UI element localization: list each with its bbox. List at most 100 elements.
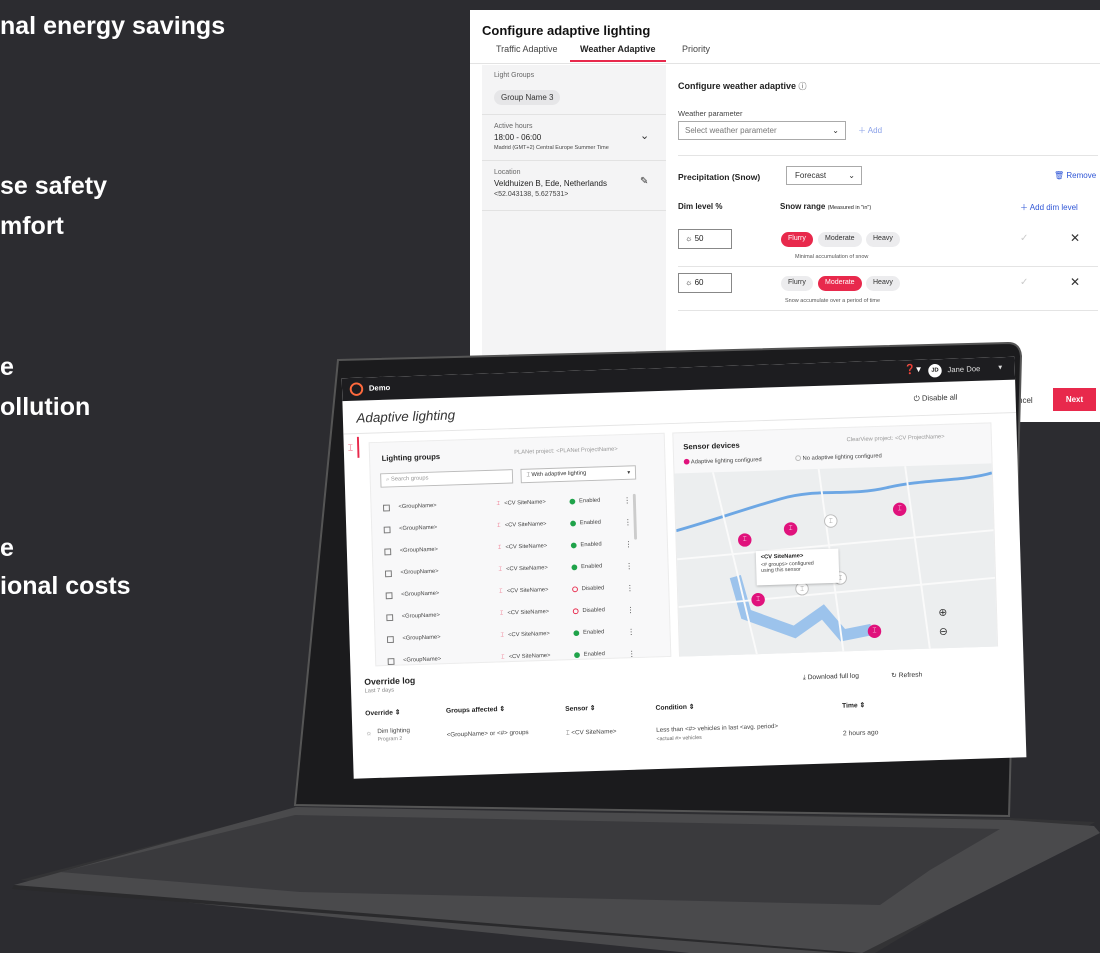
log-condition-sub: <actual #> vehicles [656,735,702,743]
status-text: Enabled [583,629,605,636]
row-checkbox[interactable] [386,614,394,622]
table-row[interactable]: <GroupName> ⌶ <CV SiteName> Enabled ⋮ [385,626,635,649]
light-groups-section: Light Groups Group Name 3 [482,65,666,115]
dim-level-input[interactable]: ☼ 50 [678,229,732,249]
chip-heavy[interactable]: Heavy [866,232,900,247]
legend-unconfigured: No adaptive lighting configured [795,452,882,462]
table-row[interactable]: <GroupName> ⌶ <CV SiteName> Disabled ⋮ [384,604,635,627]
more-icon[interactable]: ⋮ [627,606,635,615]
col-override[interactable]: Override ⇕ [365,708,400,717]
avatar[interactable]: JD [928,363,942,378]
chip-flurry[interactable]: Flurry [781,276,813,291]
add-parameter-button[interactable]: ＋ Add [858,125,882,136]
zoom-in-icon[interactable]: ⊕ [938,606,947,619]
tab-weather-adaptive[interactable]: Weather Adaptive [570,44,666,62]
site-name: <CV SiteName> [506,587,549,595]
help-icon[interactable]: ❓▾ [904,364,921,375]
group-name: <GroupName> [398,503,437,511]
refresh-button[interactable]: ↻ Refresh [891,671,922,680]
chip-heavy[interactable]: Heavy [866,276,900,291]
tab-traffic-adaptive[interactable]: Traffic Adaptive [486,44,568,60]
table-row[interactable]: <GroupName> ⌶ <CV SiteName> Enabled ⋮ [382,516,632,539]
light-groups-label: Light Groups [494,72,535,79]
adaptive-icon: ⌶ [497,522,501,529]
user-name[interactable]: Jane Doe [947,364,980,374]
table-row[interactable]: <GroupName> ⌶ <CV SiteName> Disabled ⋮ [384,582,634,605]
chip-flurry[interactable]: Flurry [781,232,813,247]
row-checkbox[interactable] [383,504,390,512]
row-checkbox[interactable] [387,658,395,665]
table-row[interactable]: <GroupName> ⌶ <CV SiteName> Enabled ⋮ [382,538,633,561]
site-name: <CV SiteName> [505,543,548,551]
cancel-button[interactable]: ncel [1018,396,1033,405]
weather-param-select[interactable]: Select weather parameter ⌄ [678,121,846,140]
remove-label: Remove [1066,171,1097,180]
close-icon[interactable]: ✕ [1070,231,1080,245]
site-name: <CV SiteName> [508,653,551,661]
snow-range-header: Snow range (Measured in "in") [780,202,871,211]
add-dim-level-button[interactable]: ＋ Add dim level [1020,202,1078,213]
summary-panel: Light Groups Group Name 3 Active hours 1… [482,65,666,365]
row-checkbox[interactable] [384,570,392,578]
table-row[interactable]: <GroupName> ⌶ <CV SiteName> Enabled ⋮ [381,494,631,517]
table-row[interactable]: <GroupName> ⌶ <CV SiteName> Enabled ⋮ [386,648,636,671]
more-icon[interactable]: ⋮ [625,540,633,549]
col-condition[interactable]: Condition ⇕ [655,703,694,712]
dim-level-header: Dim level % [678,202,723,211]
group-name: <GroupName> [401,590,440,598]
row-checkbox[interactable] [383,526,391,534]
row-checkbox[interactable] [385,592,393,600]
table-row[interactable]: <GroupName> ⌶ <CV SiteName> Enabled ⋮ [383,560,633,583]
chevron-down-icon[interactable]: ⌄ [640,129,649,142]
chip-moderate[interactable]: Moderate [818,232,862,247]
log-program-value: Program 2 [377,736,403,743]
download-log-button[interactable]: ⤓ Download full log [803,673,859,682]
col-groups[interactable]: Groups affected ⇕ [446,705,505,715]
filter-select[interactable]: ⌶ With adaptive lighting ▾ [520,465,637,484]
download-log-label: Download full log [807,672,859,682]
more-icon[interactable]: ⋮ [624,518,632,527]
sensor-map[interactable]: ⌶ ⌶ ⌶ ⌶ ⌶ ⌶ ⌶ ⌶ <CV SiteName> <# groups>… [674,463,998,657]
row-checkbox[interactable] [386,636,394,644]
col-sensor[interactable]: Sensor ⇕ [565,704,596,713]
check-icon[interactable]: ✓ [1020,233,1028,244]
weather-param-placeholder: Select weather parameter [685,126,777,135]
next-button[interactable]: Next [1053,388,1096,411]
more-icon[interactable]: ⋮ [623,496,631,505]
status-dot [573,630,580,637]
col-condition-label: Condition [655,704,688,712]
search-input[interactable]: ⌕ Search groups [380,469,514,488]
row-checkbox[interactable] [384,548,392,556]
more-icon[interactable]: ⋮ [628,649,636,658]
status-text: Enabled [579,519,602,527]
tooltip-line-2: using this sensor [761,566,801,574]
coordinates-text: <52.043138, 5.627531> [494,191,569,198]
disable-all-button[interactable]: ⏻ Disable all [914,393,958,404]
logo-icon [349,382,364,397]
status-text: Enabled [579,497,601,505]
forecast-select[interactable]: Forecast ⌄ [786,166,862,185]
more-icon[interactable]: ⋮ [625,562,633,571]
chip-moderate[interactable]: Moderate [818,276,862,291]
dim-level-input[interactable]: ☼ 60 [678,273,732,293]
status-text: Enabled [581,563,603,571]
active-hours-section[interactable]: Active hours 18:00 - 06:00 Madrid (GMT+2… [482,115,666,161]
close-icon[interactable]: ✕ [1070,275,1080,289]
benefit-safety: se safety [0,172,108,200]
side-nav-adaptive-icon[interactable]: ⌶ [343,436,360,459]
more-icon[interactable]: ⋮ [626,584,634,593]
check-icon[interactable]: ✓ [1020,277,1028,288]
row-note: Minimal accumulation of snow [795,254,869,260]
remove-button[interactable]: 🗑 Remove [1054,171,1096,180]
info-icon[interactable]: ⓘ [799,82,807,91]
dim-level-value: 50 [694,234,704,243]
scrollbar[interactable] [632,493,638,540]
col-time[interactable]: Time ⇕ [842,701,865,709]
benefit-energy: nal energy savings [0,12,226,40]
zoom-out-icon[interactable]: ⊖ [939,625,948,638]
group-chip: Group Name 3 [494,90,561,105]
pencil-icon[interactable]: ✎ [640,176,648,187]
chevron-down-icon[interactable]: ▾ [998,363,1002,372]
more-icon[interactable]: ⋮ [627,628,635,637]
tab-priority[interactable]: Priority [672,44,720,60]
